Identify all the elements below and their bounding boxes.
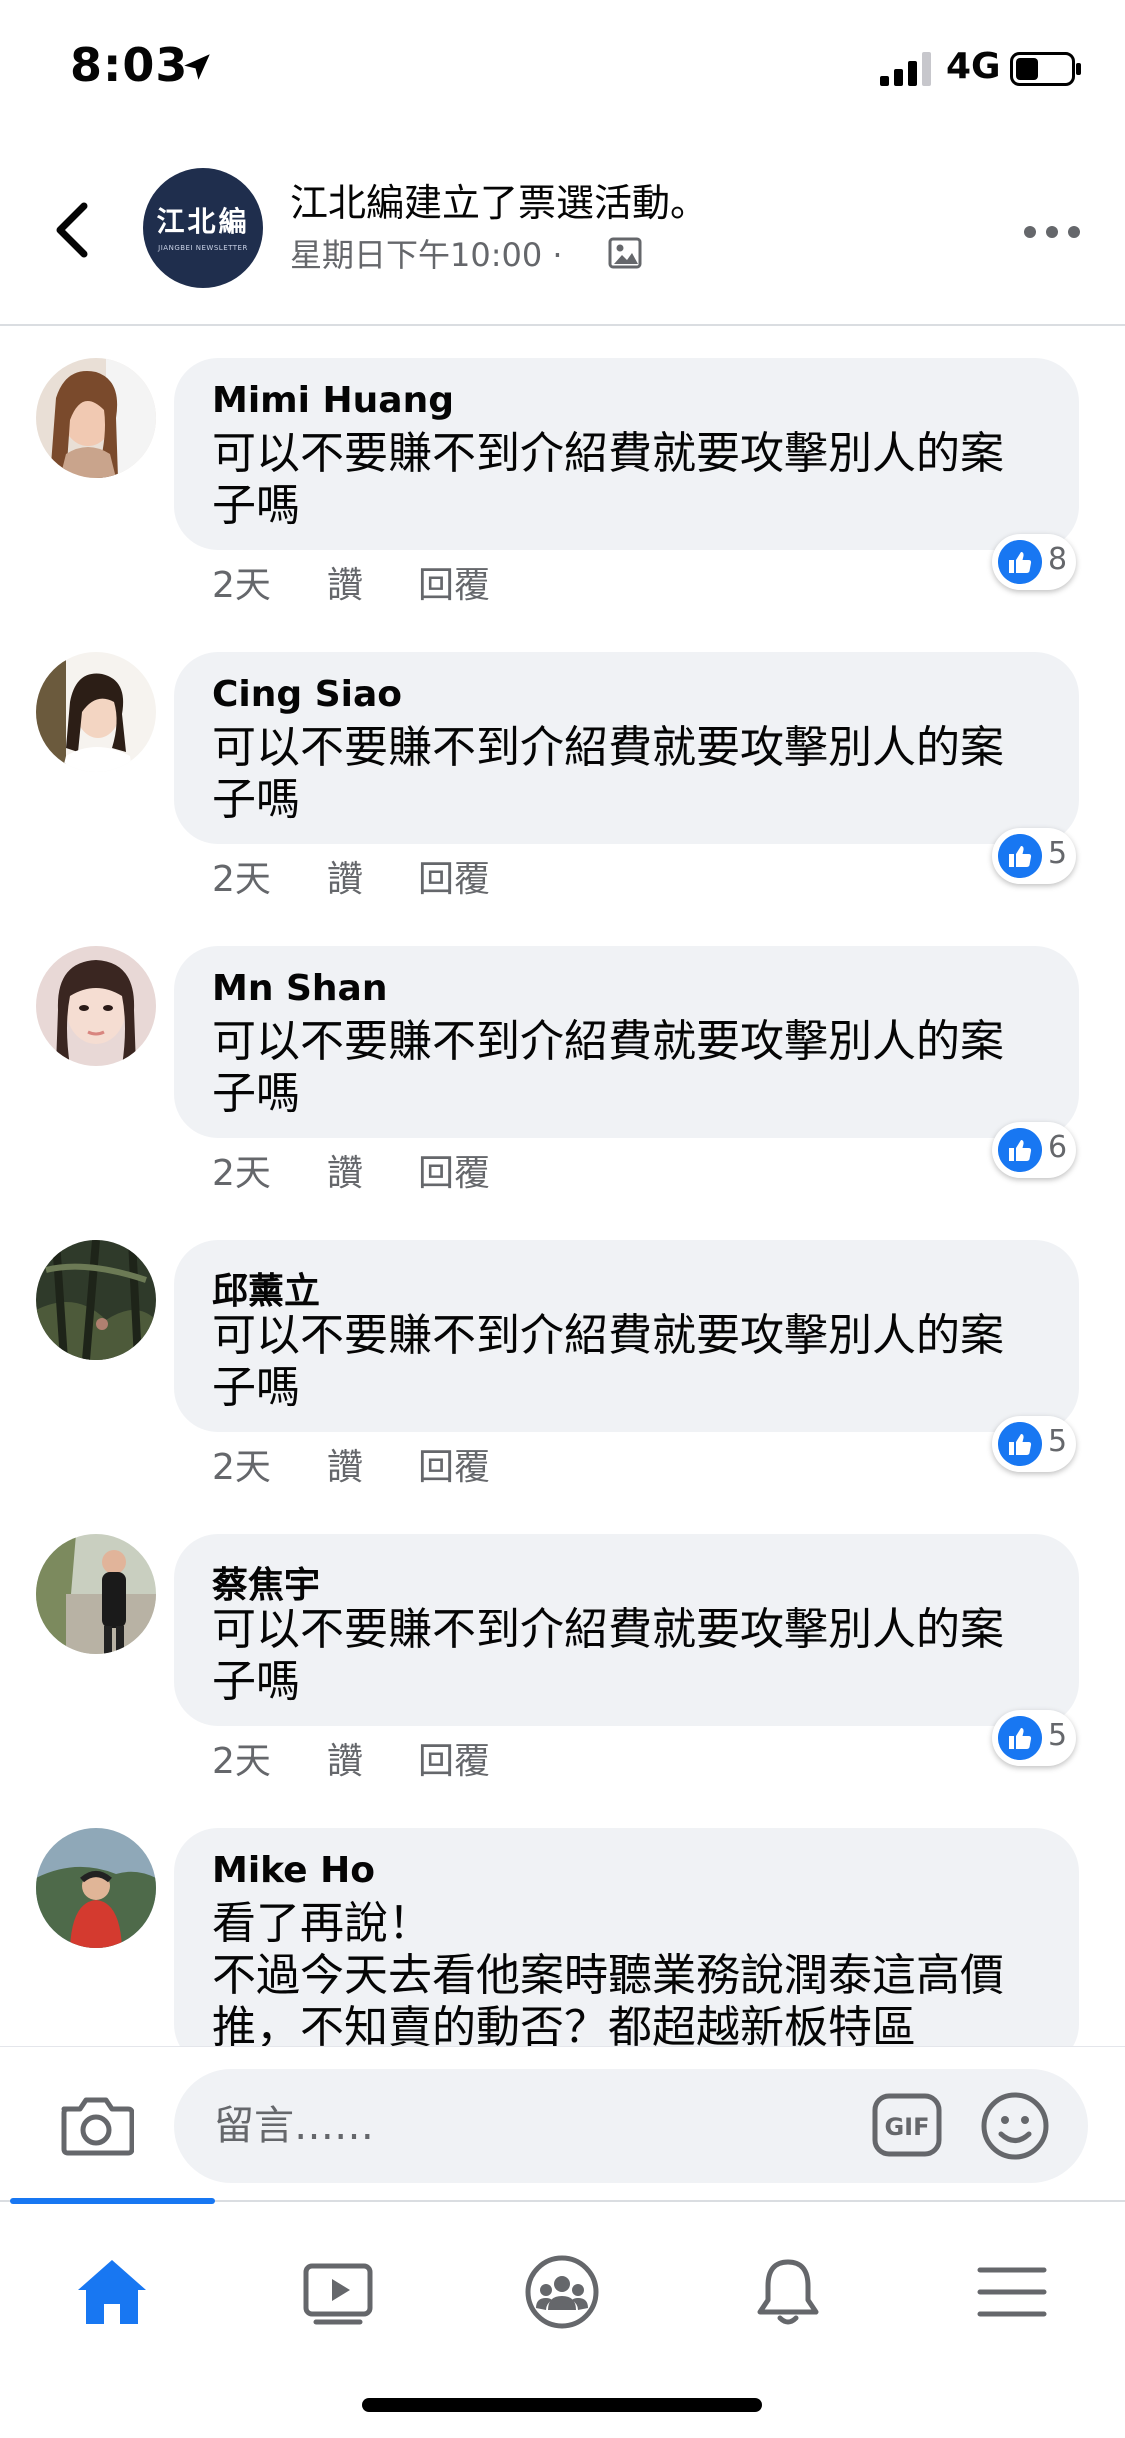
comment-author[interactable]: Mn Shan: [212, 968, 387, 1009]
comment-time[interactable]: 2天: [212, 556, 271, 608]
comment-text: 看了再說！ 不過今天去看他案時聽業務說潤泰這高價推，不知賣的動否？都超越新板特區: [212, 1898, 1042, 2046]
bell-icon: [757, 2259, 819, 2325]
photo-icon: [608, 237, 642, 269]
comment-time[interactable]: 2天: [212, 1144, 271, 1196]
back-icon[interactable]: [52, 200, 92, 260]
comment-author[interactable]: Mike Ho: [212, 1850, 375, 1891]
status-time: 8:03: [70, 38, 189, 92]
reaction-number: 5: [1048, 1424, 1068, 1459]
reaction-count[interactable]: 5: [992, 1416, 1076, 1472]
comment-bubble[interactable]: 邱薰立 可以不要賺不到介紹費就要攻擊別人的案子嗎: [174, 1240, 1079, 1432]
comment-input[interactable]: [174, 2069, 1088, 2183]
comment-list[interactable]: Mimi Huang 可以不要賺不到介紹費就要攻擊別人的案子嗎 2天 讚 回覆 …: [0, 326, 1125, 2046]
comment-bubble[interactable]: Mike Ho 看了再說！ 不過今天去看他案時聽業務說潤泰這高價推，不知賣的動否…: [174, 1828, 1079, 2046]
avatar[interactable]: [36, 652, 156, 772]
gif-icon[interactable]: GIF: [872, 2093, 942, 2157]
comment-author[interactable]: 邱薰立: [212, 1262, 320, 1314]
comment-item: Mike Ho 看了再說！ 不過今天去看他案時聽業務說潤泰這高價推，不知賣的動否…: [0, 1796, 1125, 2046]
svg-text:GIF: GIF: [884, 2113, 929, 2141]
like-icon: [998, 540, 1042, 584]
reaction-number: 8: [1048, 542, 1068, 577]
like-button[interactable]: 讚: [327, 1144, 363, 1196]
comment-bubble[interactable]: Mimi Huang 可以不要賺不到介紹費就要攻擊別人的案子嗎: [174, 358, 1079, 550]
reaction-count[interactable]: 5: [992, 828, 1076, 884]
reply-button[interactable]: 回覆: [418, 1732, 490, 1784]
comment-text: 可以不要賺不到介紹費就要攻擊別人的案子嗎: [212, 1310, 1004, 1413]
comment-item: 邱薰立 可以不要賺不到介紹費就要攻擊別人的案子嗎 2天 讚 回覆 5: [0, 1208, 1125, 1502]
comment-time[interactable]: 2天: [212, 1732, 271, 1784]
watch-icon: [303, 2263, 373, 2325]
home-indicator: [362, 2398, 762, 2412]
page-logo-text: 江北編: [156, 205, 250, 238]
like-icon: [998, 834, 1042, 878]
location-arrow-icon: [184, 54, 210, 80]
menu-icon: [977, 2267, 1047, 2317]
reaction-number: 5: [1048, 1718, 1068, 1753]
tab-watch[interactable]: [278, 2232, 398, 2352]
comment-text: 可以不要賺不到介紹費就要攻擊別人的案子嗎: [212, 1016, 1004, 1119]
reaction-count[interactable]: 5: [992, 1710, 1076, 1766]
signal-icon: [880, 52, 931, 86]
avatar[interactable]: [36, 946, 156, 1066]
tab-home[interactable]: [52, 2232, 172, 2352]
comment-author[interactable]: Mimi Huang: [212, 380, 454, 421]
reply-button[interactable]: 回覆: [418, 1438, 490, 1490]
comment-text-line: 看了再說！: [212, 1898, 432, 1949]
reply-button[interactable]: 回覆: [418, 556, 490, 608]
like-button[interactable]: 讚: [327, 1438, 363, 1490]
comment-author[interactable]: Cing Siao: [212, 674, 402, 715]
avatar[interactable]: [36, 1240, 156, 1360]
reply-button[interactable]: 回覆: [418, 1144, 490, 1196]
comment-item: Cing Siao 可以不要賺不到介紹費就要攻擊別人的案子嗎 2天 讚 回覆 5: [0, 620, 1125, 914]
comment-item: Mn Shan 可以不要賺不到介紹費就要攻擊別人的案子嗎 2天 讚 回覆 6: [0, 914, 1125, 1208]
comment-time[interactable]: 2天: [212, 850, 271, 902]
comment-time[interactable]: 2天: [212, 1438, 271, 1490]
comment-text: 可以不要賺不到介紹費就要攻擊別人的案子嗎: [212, 722, 1004, 825]
like-icon: [998, 1716, 1042, 1760]
post-title: 江北編建立了票選活動。: [290, 181, 709, 225]
active-tab-indicator: [10, 2198, 215, 2204]
like-icon: [998, 1422, 1042, 1466]
page-avatar[interactable]: 江北編 JIANGBEI NEWSLETTER: [143, 168, 263, 288]
home-icon: [78, 2260, 146, 2324]
like-button[interactable]: 讚: [327, 556, 363, 608]
avatar[interactable]: [36, 1534, 156, 1654]
more-icon[interactable]: [1022, 220, 1082, 244]
comment-bubble[interactable]: Mn Shan 可以不要賺不到介紹費就要攻擊別人的案子嗎: [174, 946, 1079, 1138]
reaction-count[interactable]: 8: [992, 534, 1076, 590]
avatar[interactable]: [36, 358, 156, 478]
camera-icon[interactable]: [58, 2093, 134, 2157]
reply-button[interactable]: 回覆: [418, 850, 490, 902]
comment-bubble[interactable]: Cing Siao 可以不要賺不到介紹費就要攻擊別人的案子嗎: [174, 652, 1079, 844]
battery-icon: [1010, 52, 1081, 86]
tab-groups[interactable]: [502, 2232, 622, 2352]
like-button[interactable]: 讚: [327, 1732, 363, 1784]
comment-item: 蔡焦宇 可以不要賺不到介紹費就要攻擊別人的案子嗎 2天 讚 回覆 5: [0, 1502, 1125, 1796]
tab-menu[interactable]: [952, 2232, 1072, 2352]
post-header: 江北編 JIANGBEI NEWSLETTER 江北編建立了票選活動。 星期日下…: [0, 140, 1125, 326]
reaction-number: 6: [1048, 1130, 1068, 1165]
network-type: 4G: [946, 46, 1001, 87]
comment-item: Mimi Huang 可以不要賺不到介紹費就要攻擊別人的案子嗎 2天 讚 回覆 …: [0, 326, 1125, 620]
comment-text: 可以不要賺不到介紹費就要攻擊別人的案子嗎: [212, 428, 1004, 531]
comment-composer: GIF: [0, 2046, 1125, 2201]
groups-icon: [525, 2255, 599, 2329]
emoji-icon[interactable]: [980, 2091, 1050, 2161]
tab-notifications[interactable]: [728, 2232, 848, 2352]
reaction-count[interactable]: 6: [992, 1122, 1076, 1178]
comment-text: 可以不要賺不到介紹費就要攻擊別人的案子嗎: [212, 1604, 1004, 1707]
like-icon: [998, 1128, 1042, 1172]
comment-bubble[interactable]: 蔡焦宇 可以不要賺不到介紹費就要攻擊別人的案子嗎: [174, 1534, 1079, 1726]
avatar[interactable]: [36, 1828, 156, 1948]
comment-text-line: 不過今天去看他案時聽業務說潤泰這高價推，不知賣的動否？都超越新板特區: [212, 1950, 1004, 2046]
post-timestamp: 星期日下午10:00 ·: [290, 236, 563, 274]
status-bar: 8:03 4G: [0, 0, 1125, 140]
page-logo-subtext: JIANGBEI NEWSLETTER: [158, 244, 248, 252]
like-button[interactable]: 讚: [327, 850, 363, 902]
comment-author[interactable]: 蔡焦宇: [212, 1556, 320, 1608]
reaction-number: 5: [1048, 836, 1068, 871]
